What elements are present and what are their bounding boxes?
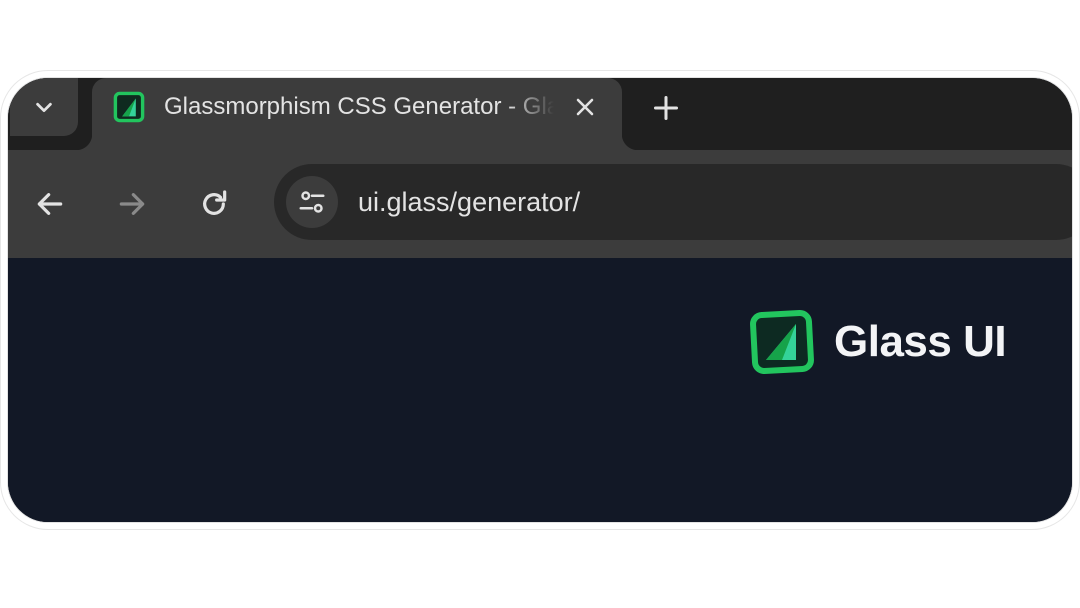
brand-name: Glass UI [834,317,1007,366]
chevron-down-icon [36,102,52,113]
reload-button[interactable] [192,182,236,226]
glass-ui-logo-icon [750,310,814,374]
plus-icon [653,95,679,121]
tab-title: Glassmorphism CSS Generator - Glass UI [164,93,554,120]
arrow-left-icon [37,193,63,215]
new-tab-button[interactable] [646,88,686,128]
url-text: ui.glass/generator/ [358,187,581,217]
back-button[interactable] [28,182,72,226]
arrow-right-icon [119,193,145,215]
reload-icon [203,190,227,215]
browser-toolbar: ui.glass/generator/ [8,150,1072,330]
page-content: Glass UI [8,258,1072,522]
tab-active[interactable]: Glassmorphism CSS Generator - Glass UI [76,78,638,150]
address-bar[interactable]: ui.glass/generator/ [274,164,1072,240]
close-icon [576,98,594,116]
tab-search-button[interactable] [10,78,78,136]
tab-close-button[interactable] [568,90,602,124]
site-info-button[interactable] [286,176,338,228]
brand-link[interactable]: Glass UI [748,306,1007,378]
tune-icon [299,191,325,213]
glass-ui-logo-icon [113,91,145,123]
browser-window: Glassmorphism CSS Generator - Glass UI [8,78,1072,522]
forward-button[interactable] [110,182,154,226]
tab-strip: Glassmorphism CSS Generator - Glass UI [8,78,1072,150]
